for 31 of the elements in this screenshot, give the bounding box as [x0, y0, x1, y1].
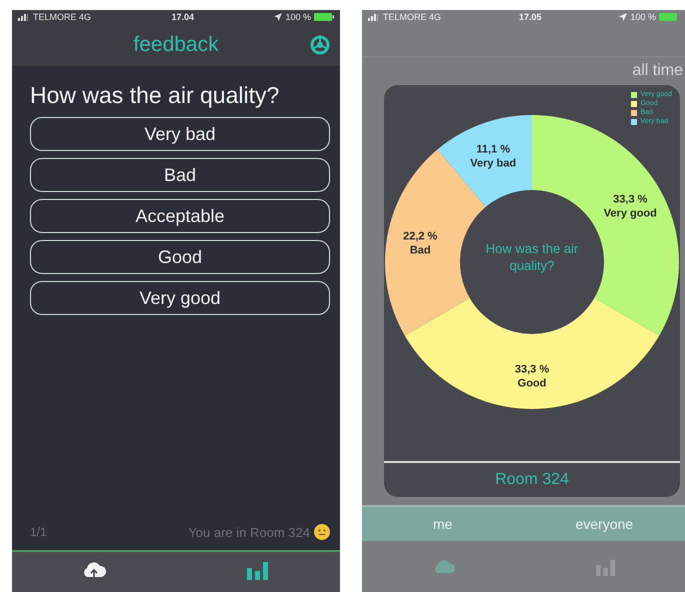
slice-label: 33,3 % Good: [514, 364, 550, 390]
battery-percentage: 100 %: [285, 12, 311, 22]
carrier-label: TELMORE 4G: [383, 12, 442, 22]
room-name: Room 324: [495, 471, 569, 489]
bar-chart-icon[interactable]: [247, 560, 269, 580]
cloud-upload-icon[interactable]: [81, 560, 107, 580]
question-text: How was the air quality?: [30, 82, 280, 109]
location-icon: [619, 13, 628, 21]
signal-icon: [368, 14, 380, 20]
slice-label: 33,3 % Very good: [604, 193, 657, 220]
chart-title: How was the air quality?: [484, 240, 580, 274]
answer-button[interactable]: Very good: [30, 281, 330, 315]
smiley-icon: [314, 524, 330, 540]
status-time: 17.05: [518, 12, 542, 22]
screen-title: feedback: [133, 33, 219, 57]
battery-icon: [314, 13, 334, 21]
status-time: 17.04: [171, 12, 194, 22]
battery-icon: [658, 13, 679, 21]
answer-button[interactable]: Acceptable: [30, 199, 330, 233]
answer-button[interactable]: Very bad: [30, 117, 330, 151]
battery-percentage: 100 %: [630, 12, 656, 22]
answer-button[interactable]: Bad: [30, 158, 330, 192]
answer-button[interactable]: Good: [30, 240, 330, 274]
carrier-label: TELMORE 4G: [33, 12, 92, 22]
page-counter: 1/1: [30, 525, 47, 539]
signal-icon: [18, 14, 30, 20]
settings-icon[interactable]: [310, 35, 330, 55]
location-icon: [274, 13, 282, 21]
room-note: You are in Room 324: [188, 524, 310, 540]
slice-label: 11,1 % Very bad: [470, 143, 516, 170]
slice-label: 22,2 % Bad: [403, 230, 438, 256]
